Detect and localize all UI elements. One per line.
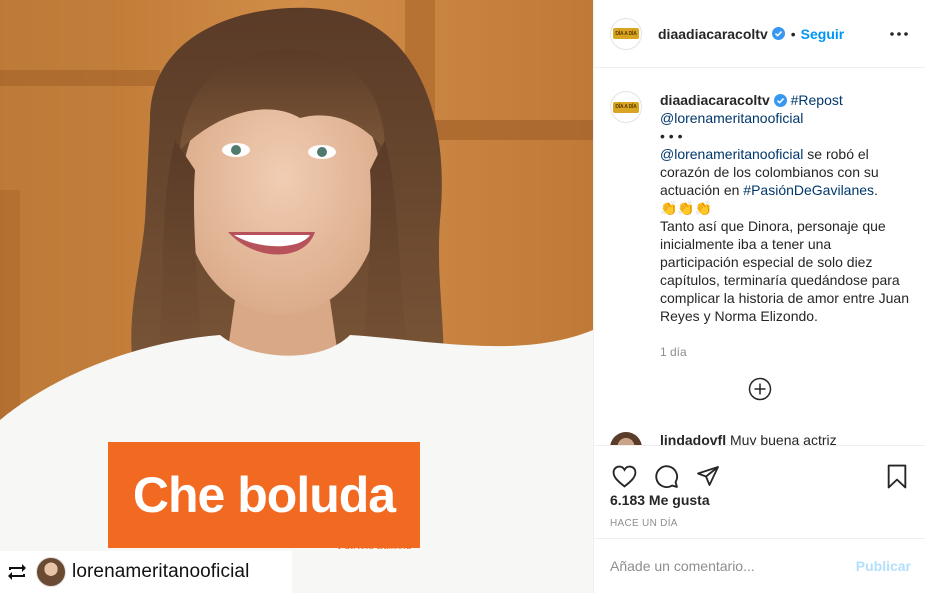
publish-button[interactable]: Publicar xyxy=(856,558,911,574)
plus-circle-icon xyxy=(748,377,771,401)
account-logo: DÍA A DÍA xyxy=(613,28,639,39)
caption-text-b: . xyxy=(874,182,878,198)
header-separator: • xyxy=(790,25,796,42)
comment-text: lindadovfl Muy buena actriz xyxy=(660,432,837,445)
caption-paragraph: Tanto así que Dinora, personaje que inic… xyxy=(660,218,910,324)
mention-link[interactable]: @lorenameritanooficial xyxy=(660,109,909,127)
save-button[interactable] xyxy=(883,462,911,490)
likes-count[interactable]: 6.183 Me gusta xyxy=(594,492,925,508)
caption-emojis: 👏👏👏 xyxy=(660,200,713,216)
caption-time-ago[interactable]: 1 día xyxy=(660,343,909,361)
more-options-icon[interactable] xyxy=(887,22,911,46)
follow-button[interactable]: Seguir xyxy=(801,26,845,42)
paper-plane-icon xyxy=(697,466,719,486)
account-avatar[interactable]: DÍA A DÍA xyxy=(610,17,642,50)
shirt-signature: Patricia Bussola xyxy=(338,540,412,552)
verified-badge-icon xyxy=(771,27,785,40)
caption-dots: • • • xyxy=(660,128,683,144)
comments-scroll-area[interactable]: DÍA A DÍA diaadiacaracoltv #Repost @lore… xyxy=(594,69,925,445)
post-date[interactable]: HACE UN DÍA xyxy=(594,518,925,529)
post-side-panel: DÍA A DÍA diaadiacaracoltv • Seguir DÍA … xyxy=(593,0,925,593)
caption-avatar[interactable]: DÍA A DÍA xyxy=(610,91,642,123)
shirt-text: Che boluda xyxy=(132,467,396,523)
post-caption: DÍA A DÍA diaadiacaracoltv #Repost @lore… xyxy=(594,69,925,361)
repost-icon xyxy=(4,559,30,585)
share-button[interactable] xyxy=(694,462,722,490)
comment-avatar[interactable] xyxy=(610,432,642,445)
speech-bubble-icon xyxy=(654,464,678,488)
caption-username[interactable]: diaadiacaracoltv xyxy=(660,92,770,108)
caption-mention-link[interactable]: @lorenameritanooficial xyxy=(660,146,803,162)
comment-body: Muy buena actriz xyxy=(730,432,837,445)
add-comment-bar: Publicar xyxy=(594,538,925,593)
repost-handle: lorenameritanooficial xyxy=(72,561,250,582)
caption-body: diaadiacaracoltv #Repost @lorenameritano… xyxy=(660,91,909,361)
comment-username[interactable]: lindadovfl xyxy=(660,432,726,445)
caption-logo: DÍA A DÍA xyxy=(613,101,639,113)
post-header: DÍA A DÍA diaadiacaracoltv • Seguir xyxy=(594,0,925,68)
comment-button[interactable] xyxy=(652,462,680,490)
action-bar xyxy=(594,446,925,496)
repost-overlay: lorenameritanooficial xyxy=(0,551,292,593)
heart-icon xyxy=(612,465,636,488)
hashtag-repost-link[interactable]: #Repost xyxy=(791,92,843,108)
bookmark-icon xyxy=(887,464,907,488)
post-photo[interactable]: Che boluda Patricia Bussola lorenamerita… xyxy=(0,0,593,593)
hashtag-show-link[interactable]: #PasiónDeGavilanes xyxy=(743,182,874,198)
like-button[interactable] xyxy=(610,462,638,490)
header-username[interactable]: diaadiacaracoltv xyxy=(658,26,768,42)
shirt-banner: Che boluda xyxy=(108,442,420,548)
repost-avatar xyxy=(36,557,66,587)
caption-verified-badge-icon xyxy=(773,94,787,107)
comment-input[interactable] xyxy=(610,558,856,574)
load-more-comments-button[interactable] xyxy=(594,377,925,401)
post-actions-area: 6.183 Me gusta HACE UN DÍA xyxy=(594,445,925,529)
comment-item: lindadovfl Muy buena actriz xyxy=(610,432,837,445)
